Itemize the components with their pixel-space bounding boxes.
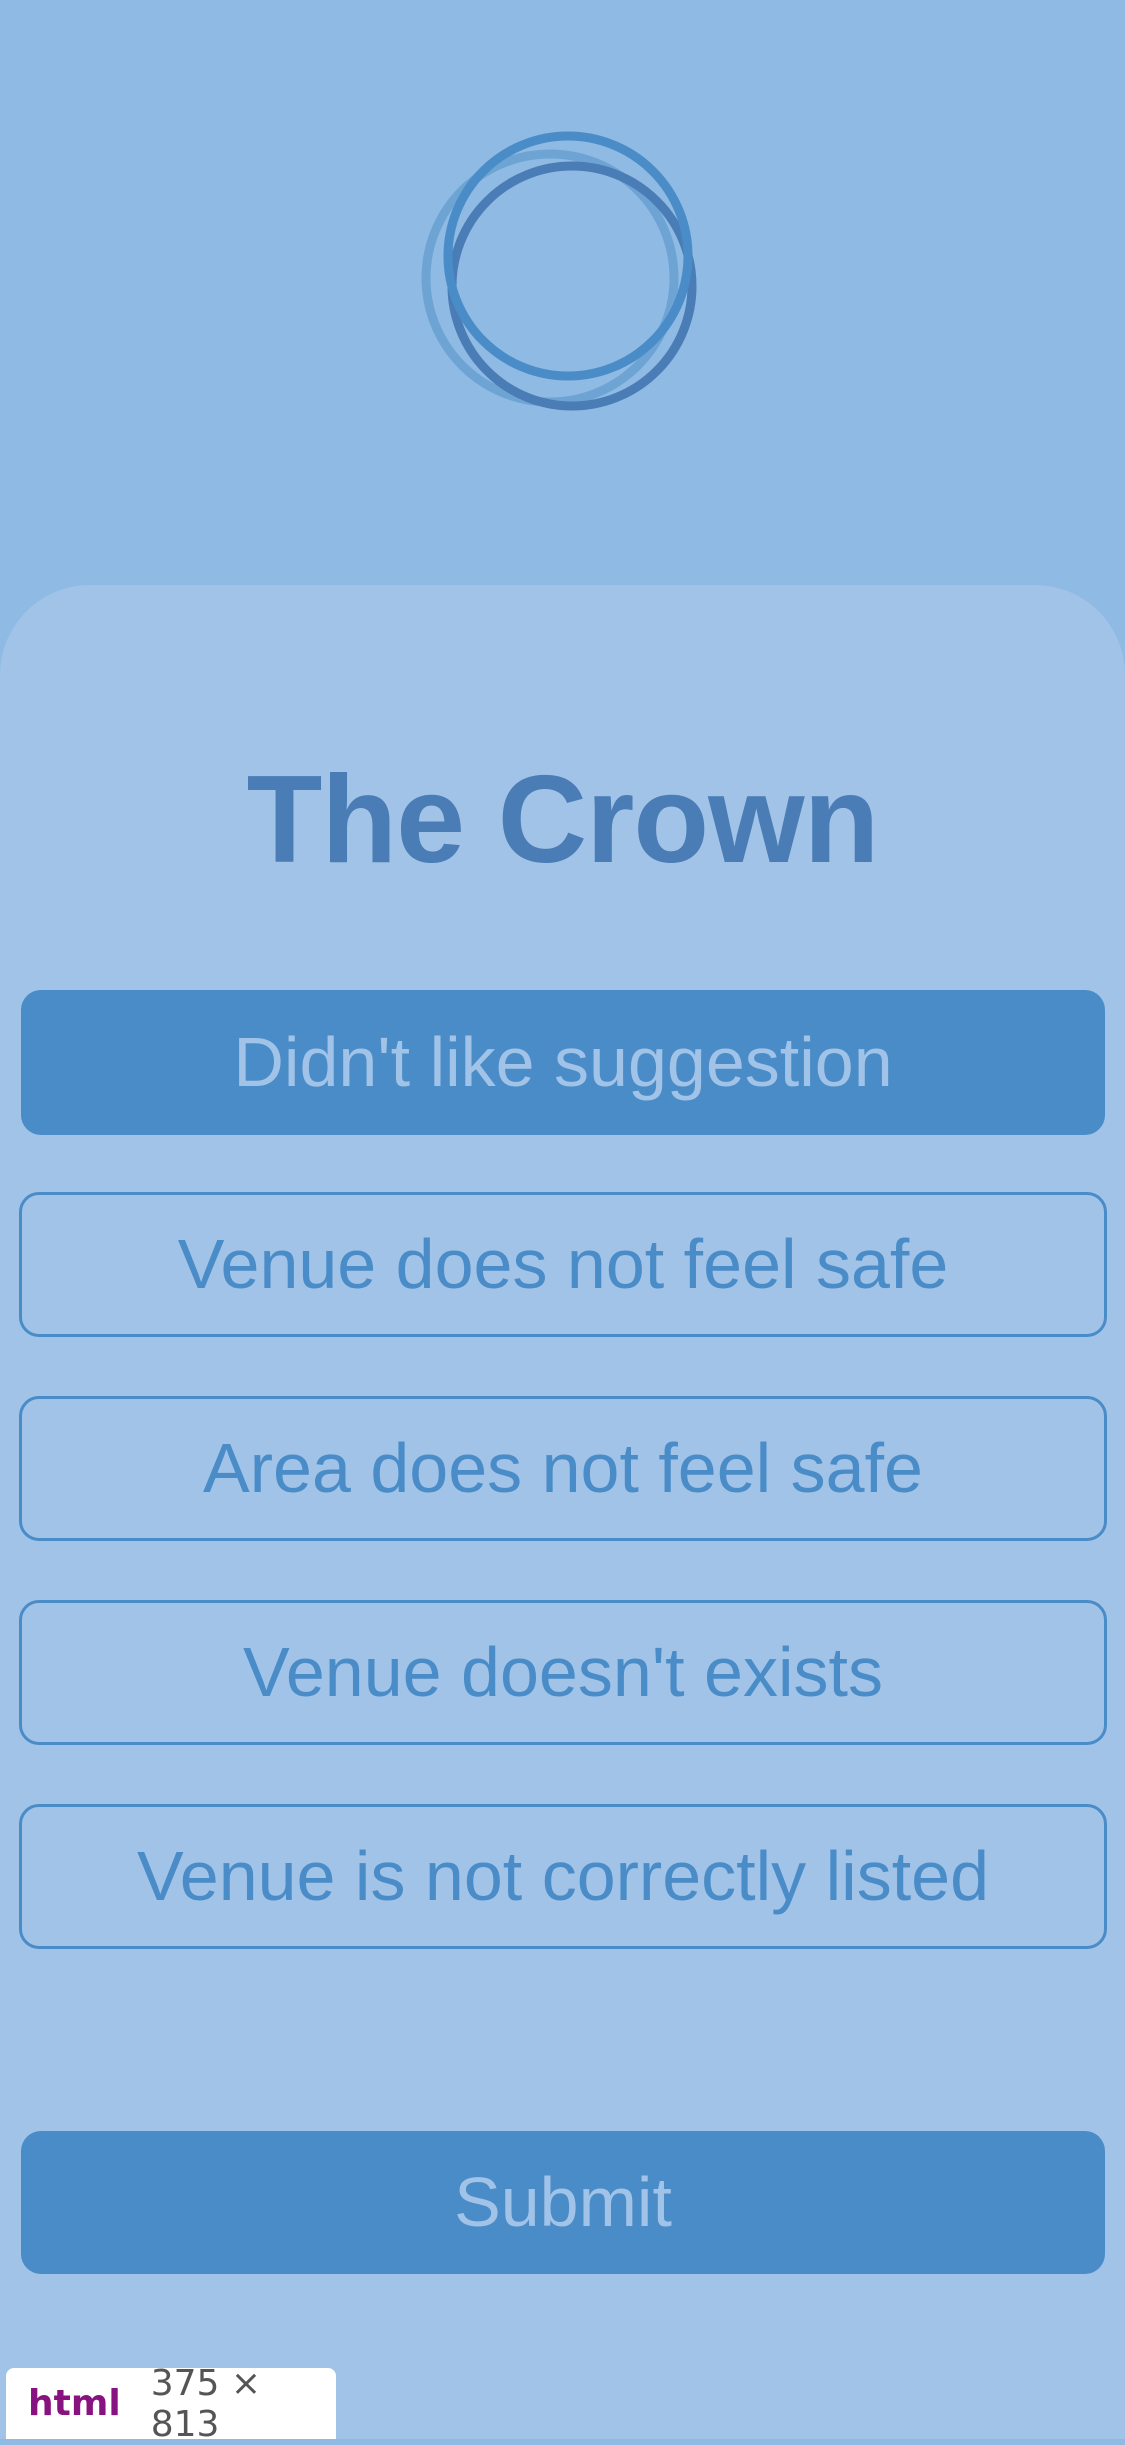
reason-didnt-like-suggestion[interactable]: Didn't like suggestion bbox=[21, 990, 1105, 1135]
reason-area-not-safe[interactable]: Area does not feel safe bbox=[19, 1396, 1107, 1541]
element-size-label: 375 × 813 bbox=[150, 2362, 262, 2445]
devtools-element-badge: html 375 × 813 bbox=[6, 2363, 336, 2445]
reason-venue-does-not-exist[interactable]: Venue doesn't exists bbox=[19, 1600, 1107, 1745]
reason-venue-not-safe[interactable]: Venue does not feel safe bbox=[19, 1192, 1107, 1337]
element-tag-label: html bbox=[28, 2383, 121, 2424]
venue-title: The Crown bbox=[246, 751, 880, 889]
interlocking-rings-icon bbox=[421, 131, 697, 411]
reason-venue-incorrectly-listed[interactable]: Venue is not correctly listed bbox=[19, 1804, 1107, 1949]
submit-button[interactable]: Submit bbox=[21, 2131, 1105, 2274]
